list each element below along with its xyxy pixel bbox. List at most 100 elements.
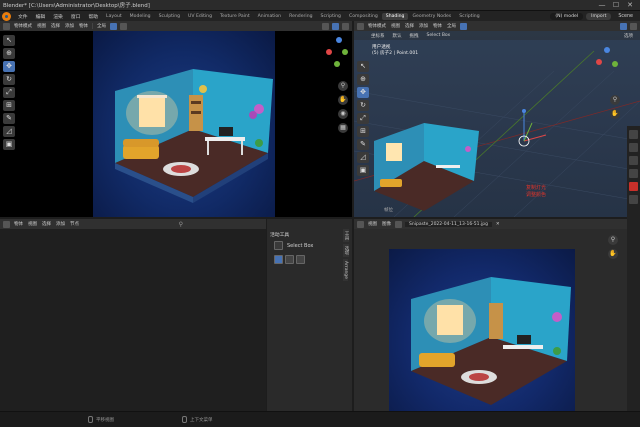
rotate-tool-icon[interactable]: ↻	[3, 74, 15, 85]
tweak-tool-icon[interactable]: ↖	[357, 61, 369, 72]
zoom-icon[interactable]: ⚲	[608, 235, 618, 245]
navigation-gizmo[interactable]	[316, 37, 352, 77]
menu-render[interactable]: 渲染	[49, 13, 67, 20]
modifier-properties-icon[interactable]	[629, 195, 638, 204]
tool-properties-icon[interactable]	[629, 130, 638, 139]
scale-tool-icon[interactable]: ⤢	[3, 87, 15, 98]
gizmo-x-axis-icon[interactable]	[596, 59, 602, 65]
viewport-camera-canvas[interactable]	[0, 31, 352, 217]
options-dropdown[interactable]: 选项	[623, 33, 634, 39]
add-cube-tool-icon[interactable]: ▣	[3, 139, 15, 150]
workspace-tab-animation[interactable]: Animation	[254, 13, 285, 20]
shading-solid-icon[interactable]	[332, 22, 339, 30]
sidebar-tab-arrange[interactable]: Arrange	[343, 259, 348, 281]
orientation-dropdown[interactable]: 全局	[446, 23, 457, 29]
image-editor[interactable]: 视图 图像 Snipaste_2022-04-11_13-16-51.jpg ✕	[354, 219, 640, 411]
orientation-default[interactable]: 默认	[392, 33, 403, 39]
import-button[interactable]: Import	[586, 12, 612, 20]
proportional-edit-icon[interactable]	[120, 22, 127, 30]
close-button[interactable]: ✕	[623, 1, 637, 9]
menu-select[interactable]: 选择	[50, 23, 61, 29]
scene-selector[interactable]: Scene	[614, 14, 637, 19]
annotate-tool-icon[interactable]: ✎	[357, 139, 369, 150]
shading-solid-icon[interactable]	[620, 22, 627, 30]
gizmo-neg-y-icon[interactable]	[334, 61, 340, 67]
orientation-dropdown[interactable]: 全局	[96, 23, 107, 29]
menu-add[interactable]: 添加	[64, 23, 75, 29]
menu-window[interactable]: 窗口	[67, 13, 85, 20]
tweak-tool-icon[interactable]: ↖	[3, 35, 15, 46]
minimize-button[interactable]: —	[595, 1, 609, 9]
object-properties-icon[interactable]	[629, 182, 638, 191]
workspace-tab-sculpting[interactable]: Sculpting	[155, 13, 184, 20]
pin-icon[interactable]: ⚲	[179, 221, 183, 228]
image-browse-icon[interactable]	[395, 220, 402, 228]
mode-dropdown[interactable]: 物体模式	[367, 23, 387, 29]
gizmo-y-axis-icon[interactable]	[612, 61, 618, 67]
transform-tool-icon[interactable]: ⊞	[357, 126, 369, 137]
mode-dropdown[interactable]: 物体模式	[13, 23, 33, 29]
mode-set-icon[interactable]	[274, 255, 283, 264]
workspace-tab-shading[interactable]: Shading	[381, 12, 409, 20]
cursor-tool-icon[interactable]: ⊕	[357, 74, 369, 85]
ortho-grid-icon[interactable]: ▦	[338, 123, 348, 133]
menu-view[interactable]: 视图	[367, 221, 378, 227]
shading-render-icon[interactable]	[342, 22, 349, 30]
scale-tool-icon[interactable]: ⤢	[357, 113, 369, 124]
menu-view[interactable]: 视图	[390, 23, 401, 29]
add-cube-tool-icon[interactable]: ▣	[357, 165, 369, 176]
menu-view[interactable]: 视图	[36, 23, 47, 29]
menu-file[interactable]: 文件	[14, 13, 32, 20]
viewport-camera[interactable]: 物体模式 视图 选择 添加 物体 全局 ↖ ⊕ ✥ ↻ ⤢ ⊞ ✎ ◿ ▣ ⚲ …	[0, 21, 352, 217]
sidebar-tab-options[interactable]: 选项	[343, 244, 349, 257]
gizmo-x-axis-icon[interactable]	[326, 49, 332, 55]
menu-node[interactable]: 节点	[69, 221, 80, 227]
model-selector[interactable]: (N) model	[550, 12, 584, 20]
select-box-dropdown[interactable]: Select Box	[426, 33, 452, 38]
navigation-gizmo[interactable]	[588, 45, 628, 85]
snap-icon[interactable]	[110, 22, 117, 30]
editor-type-icon[interactable]	[357, 220, 364, 228]
measure-tool-icon[interactable]: ◿	[357, 152, 369, 163]
rotate-tool-icon[interactable]: ↻	[357, 100, 369, 111]
node-editor[interactable]: 物体 视图 选择 添加 节点 ⚲	[0, 219, 266, 411]
workspace-tab-texture-paint[interactable]: Texture Paint	[216, 13, 254, 20]
workspace-tab-geometry-nodes[interactable]: Geometry Nodes	[408, 13, 455, 20]
menu-object[interactable]: 物体	[78, 23, 89, 29]
annotate-tool-icon[interactable]: ✎	[3, 113, 15, 124]
gizmo-z-axis-icon[interactable]	[336, 37, 342, 43]
workspace-tab-scripting[interactable]: Scripting	[317, 13, 345, 20]
zoom-icon[interactable]: ⚲	[610, 95, 620, 105]
image-filename[interactable]: Snipaste_2022-04-11_13-16-51.jpg	[405, 221, 492, 227]
transform-tool-icon[interactable]: ⊞	[3, 100, 15, 111]
menu-object[interactable]: 物体	[432, 23, 443, 29]
blender-logo-icon[interactable]	[2, 11, 11, 21]
maximize-button[interactable]: ☐	[609, 1, 623, 9]
overlay-icon[interactable]	[322, 22, 329, 30]
snap-icon[interactable]	[460, 22, 467, 30]
measure-tool-icon[interactable]: ◿	[3, 126, 15, 137]
select-box-icon[interactable]	[274, 241, 283, 250]
move-tool-icon[interactable]: ✥	[357, 87, 369, 98]
cursor-tool-icon[interactable]: ⊕	[3, 48, 15, 59]
image-editor-canvas[interactable]	[354, 229, 640, 411]
render-properties-icon[interactable]	[629, 143, 638, 152]
active-tool-row[interactable]: Select Box	[274, 241, 313, 250]
pan-hand-icon[interactable]: ✋	[608, 249, 618, 259]
editor-type-icon[interactable]	[3, 22, 10, 30]
workspace-tab-layout[interactable]: Layout	[102, 13, 126, 20]
mode-extend-icon[interactable]	[285, 255, 294, 264]
active-tool-panel-title[interactable]: 活动工具	[270, 231, 289, 238]
mode-dropdown[interactable]: 物体	[13, 221, 24, 227]
gizmo-y-axis-icon[interactable]	[342, 49, 348, 55]
editor-type-icon[interactable]	[3, 220, 10, 228]
workspace-tab-rendering[interactable]: Rendering	[285, 13, 316, 20]
output-properties-icon[interactable]	[629, 156, 638, 165]
sidebar-tab-tool[interactable]: 工具	[343, 229, 349, 242]
zoom-icon[interactable]: ⚲	[338, 81, 348, 91]
workspace-tab-modeling[interactable]: Modeling	[126, 13, 155, 20]
workspace-tab-compositing[interactable]: Compositing	[345, 13, 382, 20]
menu-image[interactable]: 图像	[381, 221, 392, 227]
workspace-tab-uv-editing[interactable]: UV Editing	[184, 13, 216, 20]
scene-properties-icon[interactable]	[629, 169, 638, 178]
